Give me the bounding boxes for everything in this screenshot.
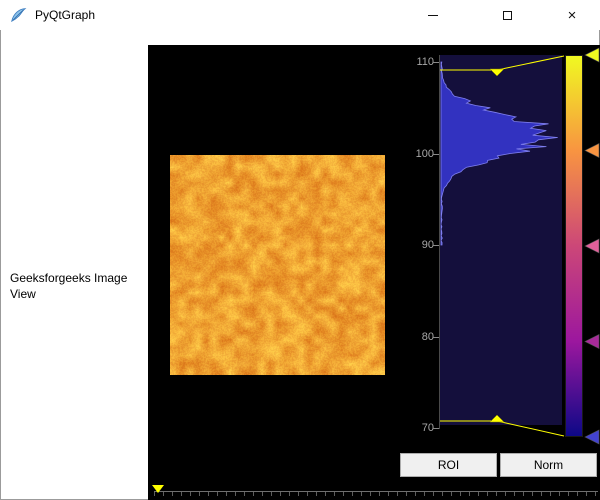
axis-tick-label: 90	[400, 239, 434, 251]
norm-button[interactable]: Norm	[500, 453, 597, 477]
minimize-button[interactable]	[396, 0, 470, 30]
pyqtgraph-logo-icon	[9, 6, 27, 24]
roi-button[interactable]: ROI	[400, 453, 497, 477]
app-window: PyQtGraph × Geeksforgeeks Image View 110…	[0, 0, 600, 500]
gradient-tick-arrow-icon[interactable]	[585, 48, 599, 62]
close-icon: ×	[568, 7, 577, 24]
maximize-icon	[503, 11, 512, 20]
gradient-tick-arrow-icon[interactable]	[585, 239, 599, 253]
axis-tick-label: 100	[400, 148, 434, 160]
axis-tick-label: 70	[400, 422, 434, 434]
maximize-button[interactable]	[470, 0, 544, 30]
window-title: PyQtGraph	[35, 8, 95, 22]
titlebar[interactable]: PyQtGraph ×	[0, 0, 600, 30]
timeline-axis[interactable]	[148, 482, 600, 500]
imageview-widget: 110 100 90 80 70 ROI Norm	[148, 45, 600, 500]
gradient-tick-arrow-icon[interactable]	[585, 335, 599, 349]
minimize-icon	[428, 15, 438, 16]
axis-tick-label: 80	[400, 331, 434, 343]
gradient-tick-arrow-icon[interactable]	[585, 144, 599, 158]
side-caption: Geeksforgeeks Image View	[10, 270, 148, 302]
timeline-ticks	[154, 492, 598, 496]
gradient-tick-arrow-icon[interactable]	[585, 430, 599, 444]
gradient-lut-bar[interactable]	[565, 55, 583, 437]
histogram-curve	[440, 55, 562, 425]
timeline-line	[154, 491, 598, 492]
window-controls: ×	[396, 0, 600, 30]
histogram-plot[interactable]	[440, 55, 562, 425]
axis-tick-label: 110	[400, 56, 434, 68]
noise-image[interactable]	[170, 155, 385, 375]
close-button[interactable]: ×	[544, 0, 600, 30]
timeline-marker-icon[interactable]	[150, 483, 166, 495]
